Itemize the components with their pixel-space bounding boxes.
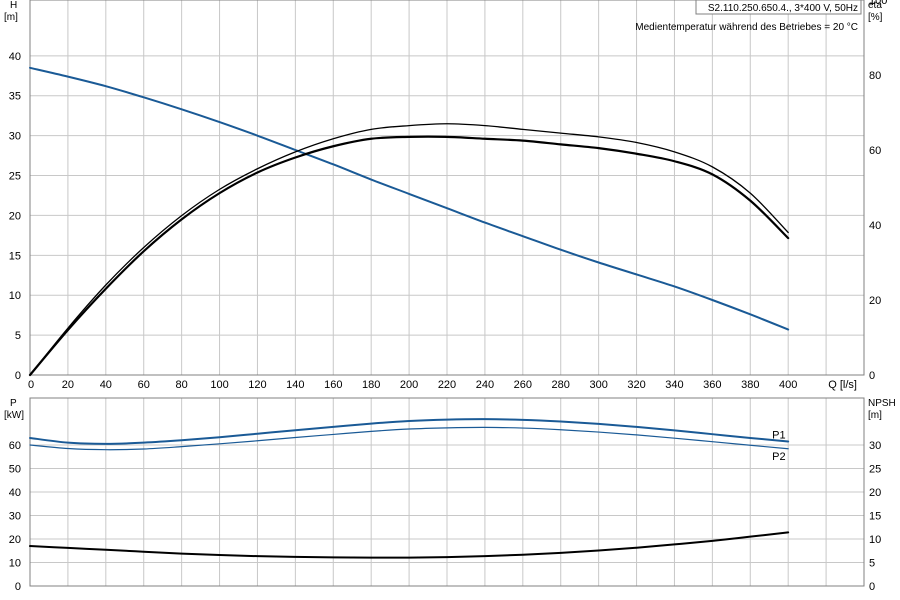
tick-label-layer: 0510152025303540020406080100H[m]eta[%]01…	[4, 0, 896, 593]
upper-left-tick-label: 35	[9, 91, 21, 103]
x-tick-label: 200	[400, 379, 418, 391]
x-tick-label: 80	[176, 379, 188, 391]
lower-right-tick-label: 25	[869, 464, 881, 476]
x-tick-label: 360	[703, 379, 721, 391]
x-tick-label: 280	[552, 379, 570, 391]
x-axis-title: Q [l/s]	[828, 379, 857, 391]
lower-left-tick-label: 50	[9, 464, 21, 476]
x-tick-label: 400	[779, 379, 797, 391]
x-tick-label: 260	[514, 379, 532, 391]
lower-left-tick-label: 60	[9, 440, 21, 452]
x-tick-label: 240	[476, 379, 494, 391]
lower-right-axis-title: [m]	[868, 410, 882, 421]
lower-right-tick-label: 5	[869, 558, 875, 570]
x-tick-label: 380	[741, 379, 759, 391]
x-tick-label: 220	[438, 379, 456, 391]
x-tick-label: 100	[210, 379, 228, 391]
upper-left-tick-label: 20	[9, 210, 21, 222]
lower-right-tick-label: 0	[869, 581, 875, 593]
lower-left-tick-label: 30	[9, 511, 21, 523]
upper-left-axis-title: [m]	[4, 12, 18, 23]
lower-left-axis-title: P	[10, 398, 17, 409]
x-tick-label: 300	[589, 379, 607, 391]
upper-right-tick-label: 20	[869, 295, 881, 307]
x-tick-label: 120	[248, 379, 266, 391]
lower-right-tick-label: 10	[869, 534, 881, 546]
lower-right-tick-label: 15	[869, 511, 881, 523]
lower-left-axis-title: [kW]	[4, 410, 24, 421]
upper-left-tick-label: 15	[9, 250, 21, 262]
model-text: S2.110.250.650.4., 3*400 V, 50Hz	[708, 3, 858, 14]
upper-panel-grid	[29, 0, 865, 376]
upper-left-tick-label: 5	[15, 330, 21, 342]
lower-right-tick-label: 20	[869, 487, 881, 499]
series-label-p2: P2	[772, 451, 785, 463]
upper-right-tick-label: 60	[869, 145, 881, 157]
x-tick-label: 320	[627, 379, 645, 391]
upper-left-tick-label: 0	[15, 370, 21, 382]
series-label-p1: P1	[772, 429, 785, 441]
upper-left-tick-label: 10	[9, 290, 21, 302]
lower-left-tick-label: 40	[9, 487, 21, 499]
upper-left-tick-label: 25	[9, 171, 21, 183]
x-tick-label: 60	[138, 379, 150, 391]
upper-left-axis-title: H	[10, 0, 17, 11]
pump-performance-chart: 0510152025303540020406080100H[m]eta[%]01…	[4, 0, 896, 593]
lower-right-axis-title: NPSH	[868, 398, 896, 409]
upper-right-tick-label: 80	[869, 70, 881, 82]
upper-right-tick-label: 0	[869, 370, 875, 382]
x-tick-label: 160	[324, 379, 342, 391]
upper-right-tick-label: 40	[869, 220, 881, 232]
lower-left-tick-label: 20	[9, 534, 21, 546]
x-tick-label: 340	[665, 379, 683, 391]
x-tick-label: 140	[286, 379, 304, 391]
lower-right-tick-label: 30	[869, 440, 881, 452]
lower-left-tick-label: 10	[9, 558, 21, 570]
x-tick-label: 180	[362, 379, 380, 391]
x-tick-label: 20	[62, 379, 74, 391]
upper-left-tick-label: 30	[9, 131, 21, 143]
lower-left-tick-label: 0	[15, 581, 21, 593]
upper-left-tick-label: 40	[9, 51, 21, 63]
x-tick-label: 0	[28, 379, 34, 391]
upper-right-axis-title: eta	[868, 0, 882, 11]
x-tick-label: 40	[100, 379, 112, 391]
upper-right-axis-title: [%]	[868, 12, 883, 23]
medium-temperature-text: Medientemperatur während des Betriebes =…	[635, 22, 858, 33]
